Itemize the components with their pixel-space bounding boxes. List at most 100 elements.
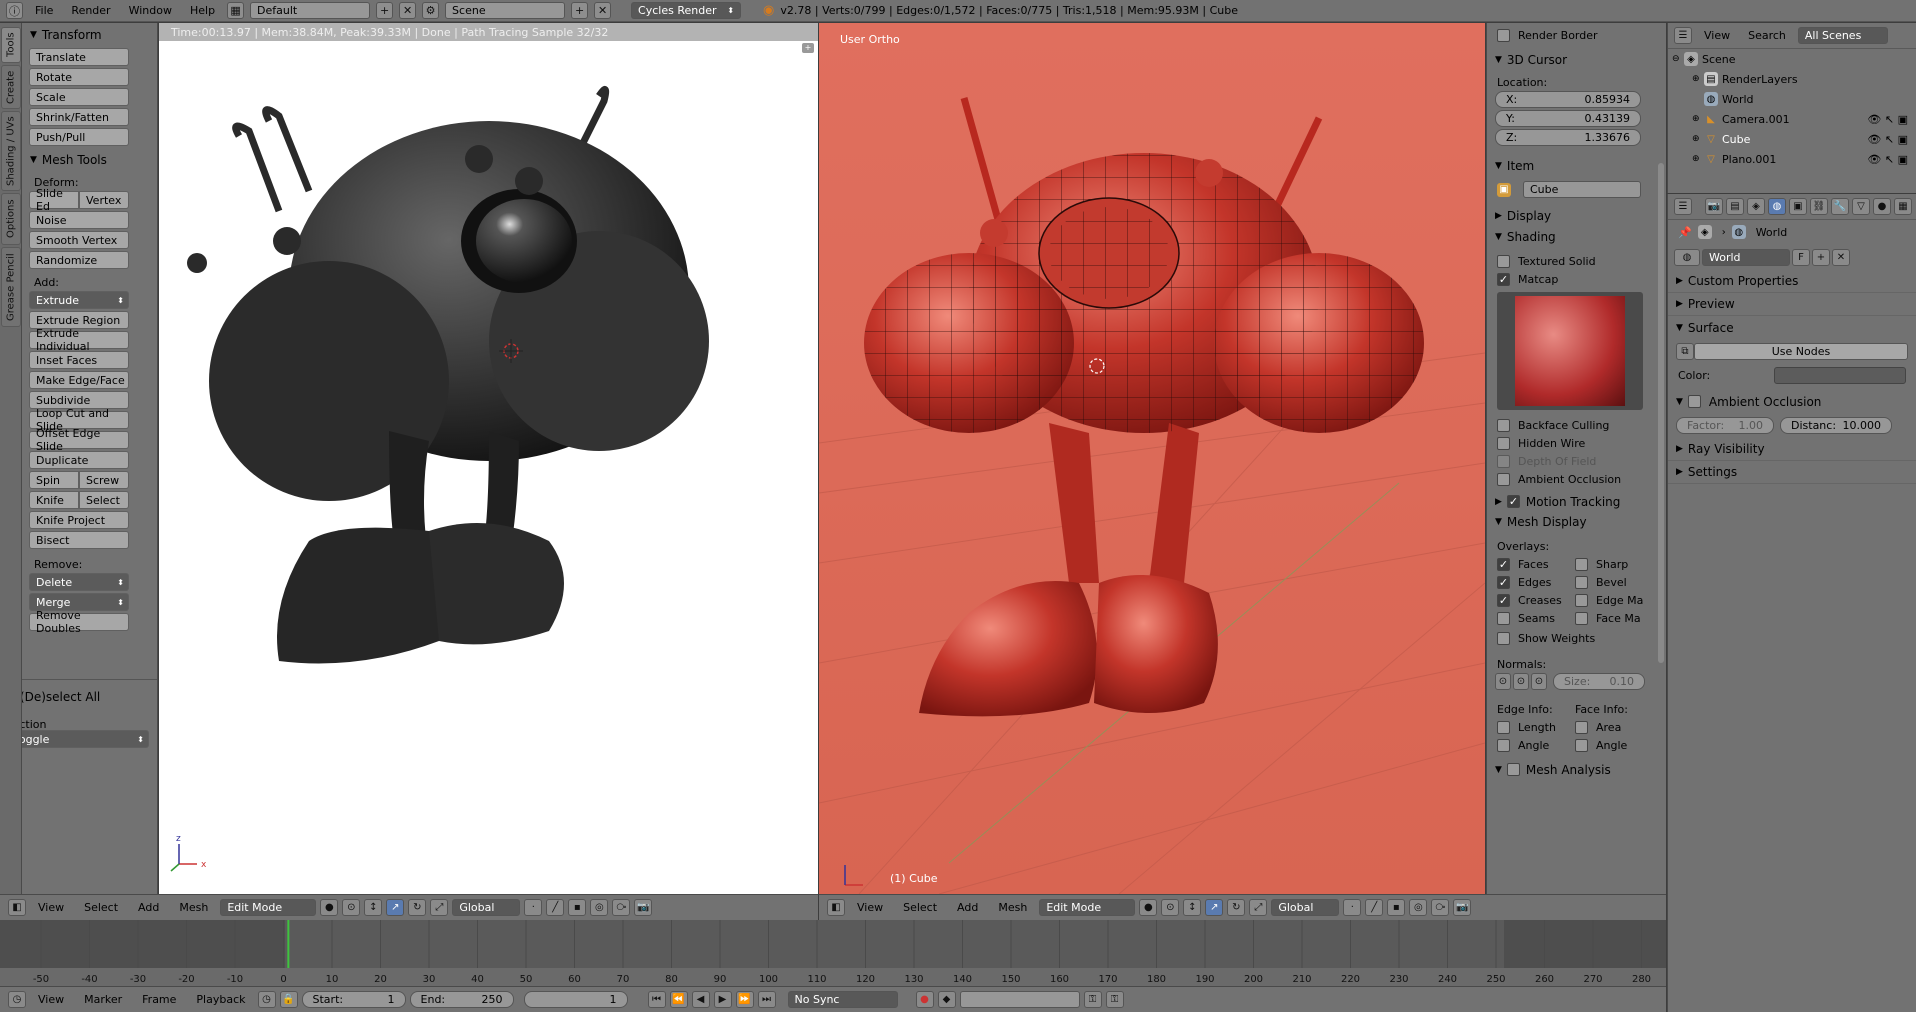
textured-solid-row[interactable]: Textured Solid bbox=[1487, 252, 1666, 270]
properties-editor-icon[interactable]: ☰ bbox=[1674, 198, 1692, 215]
inset-faces-button[interactable]: Inset Faces bbox=[29, 351, 129, 369]
make-edge-face-button[interactable]: Make Edge/Face bbox=[29, 371, 129, 389]
current-frame-field[interactable]: 1 bbox=[523, 991, 628, 1008]
deselect-all-panel-header[interactable]: ▼(De)select All bbox=[22, 687, 157, 706]
motion-tracking-panel-header[interactable]: ▶ ✓ Motion Tracking bbox=[1487, 492, 1666, 511]
rendered-viewport[interactable]: Time:00:13.97 | Mem:38.84M, Peak:39.33M … bbox=[159, 23, 818, 894]
visibility-icons[interactable]: 👁 ↖ ▣ bbox=[1867, 113, 1908, 126]
hidden-wire-row[interactable]: Hidden Wire bbox=[1487, 434, 1666, 452]
3d-cursor-panel-header[interactable]: ▼ 3D Cursor bbox=[1487, 50, 1666, 69]
timeline-menu-playback[interactable]: Playback bbox=[188, 993, 253, 1006]
proportional-edit-icon[interactable]: ◎ bbox=[1409, 899, 1428, 916]
ray-visibility-panel[interactable]: ▶ Ray Visibility bbox=[1668, 438, 1916, 461]
end-frame-field[interactable]: End: 250 bbox=[409, 991, 514, 1008]
ambient-occlusion-row[interactable]: Ambient Occlusion bbox=[1487, 470, 1666, 488]
noise-button[interactable]: Noise bbox=[29, 211, 129, 229]
screen-layout-field[interactable]: Default bbox=[250, 2, 371, 19]
pivot-point-icon[interactable]: ⊙ bbox=[342, 899, 361, 916]
rotate-button[interactable]: Rotate bbox=[29, 68, 129, 86]
editor-type-icon[interactable]: ◧ bbox=[827, 899, 845, 916]
face-select-icon[interactable]: ▪ bbox=[1387, 899, 1406, 916]
bisect-button[interactable]: Bisect bbox=[29, 531, 129, 549]
extrude-individual-button[interactable]: Extrude Individual bbox=[29, 327, 129, 353]
knife-project-button[interactable]: Knife Project bbox=[29, 511, 129, 529]
visibility-icons[interactable]: 👁 ↖ ▣ bbox=[1867, 153, 1908, 166]
info-editor-icon[interactable]: ⓘ bbox=[6, 2, 23, 19]
vertex-button[interactable]: Vertex bbox=[79, 191, 129, 209]
pivot-point-icon[interactable]: ⊙ bbox=[1161, 899, 1180, 916]
creases-checkbox[interactable]: ✓ bbox=[1497, 593, 1510, 607]
shading-panel-header[interactable]: ▼ Shading bbox=[1487, 227, 1666, 246]
bevel-row[interactable]: Bevel bbox=[1565, 573, 1627, 591]
seams-checkbox[interactable] bbox=[1497, 611, 1510, 625]
display-mode-select[interactable]: All Scenes bbox=[1797, 27, 1888, 44]
screw-button[interactable]: Screw bbox=[79, 471, 129, 489]
pin-icon[interactable]: 📌 bbox=[1678, 226, 1692, 239]
jump-keyframe-forward-icon[interactable]: ⏩ bbox=[735, 991, 754, 1008]
custom-properties-panel[interactable]: ▶ Custom Properties bbox=[1668, 270, 1916, 293]
sync-select[interactable]: No Sync bbox=[787, 991, 898, 1008]
render-border-checkbox[interactable] bbox=[1497, 28, 1510, 42]
delete-dropdown[interactable]: Delete ⬍ bbox=[29, 573, 129, 591]
backface-culling-checkbox[interactable] bbox=[1497, 418, 1510, 432]
timeline-menu-frame[interactable]: Frame bbox=[134, 993, 184, 1006]
split-normals-icon[interactable]: ⊙ bbox=[1513, 673, 1529, 690]
outliner-row-world[interactable]: ◍ World bbox=[1668, 89, 1916, 109]
remove-layout-icon[interactable]: ✕ bbox=[399, 2, 417, 19]
edges-row[interactable]: ✓ Edges bbox=[1487, 573, 1565, 591]
edge-angle-checkbox[interactable] bbox=[1497, 738, 1510, 752]
render-tab-icon[interactable]: 📷 bbox=[1705, 198, 1723, 215]
extrude-dropdown[interactable]: Extrude ⬍ bbox=[29, 291, 129, 309]
orientation-select[interactable]: Global bbox=[452, 899, 521, 916]
orientation-select[interactable]: Global bbox=[1271, 899, 1340, 916]
rotate-manipulator-icon[interactable]: ↻ bbox=[408, 899, 427, 916]
length-row[interactable]: Length bbox=[1487, 718, 1565, 736]
transform-panel-header[interactable]: ▼ Transform bbox=[22, 25, 157, 44]
editor-type-icon[interactable]: ◧ bbox=[8, 899, 26, 916]
new-world-icon[interactable]: + bbox=[1812, 248, 1830, 266]
data-tab-icon[interactable]: ▽ bbox=[1852, 198, 1870, 215]
knife-select-button[interactable]: Select bbox=[79, 491, 129, 509]
backface-culling-row[interactable]: Backface Culling bbox=[1487, 416, 1666, 434]
area-checkbox[interactable] bbox=[1575, 720, 1588, 734]
outliner-row-scene[interactable]: ⊖ ◈ Scene bbox=[1668, 49, 1916, 69]
face-select-icon[interactable]: ▪ bbox=[568, 899, 587, 916]
menu-window[interactable]: Window bbox=[123, 4, 178, 17]
ao-factor-field[interactable]: Factor: 1.00 bbox=[1676, 417, 1774, 434]
snap-icon[interactable]: ⧂ bbox=[612, 899, 631, 916]
smooth-vertex-button[interactable]: Smooth Vertex bbox=[29, 231, 129, 249]
tab-grease-pencil[interactable]: Grease Pencil bbox=[1, 247, 21, 327]
ambient-occlusion-checkbox[interactable] bbox=[1497, 472, 1510, 486]
mesh-analysis-panel-header[interactable]: ▼ Mesh Analysis bbox=[1487, 760, 1666, 779]
mode-select[interactable]: Edit Mode bbox=[1039, 899, 1136, 916]
show-weights-checkbox[interactable] bbox=[1497, 631, 1510, 645]
depth-of-field-checkbox[interactable] bbox=[1497, 454, 1510, 468]
item-name-field[interactable]: Cube bbox=[1523, 181, 1641, 198]
offset-edge-slide-button[interactable]: Offset Edge Slide bbox=[29, 427, 129, 453]
timeline-ruler-strip[interactable] bbox=[0, 968, 1666, 986]
render-layers-tab-icon[interactable]: ▤ bbox=[1726, 198, 1744, 215]
timeline-menu-view[interactable]: View bbox=[30, 993, 72, 1006]
push-pull-button[interactable]: Push/Pull bbox=[29, 128, 129, 146]
mesh-display-panel-header[interactable]: ▼ Mesh Display bbox=[1487, 512, 1666, 531]
manipulator-icon[interactable]: ↕ bbox=[364, 899, 383, 916]
play-reverse-icon[interactable]: ◀ bbox=[691, 991, 710, 1008]
edges-checkbox[interactable]: ✓ bbox=[1497, 575, 1510, 589]
record-icon[interactable]: ● bbox=[915, 991, 934, 1008]
scene-tab-icon[interactable]: ◈ bbox=[1747, 198, 1765, 215]
vertex-select-icon[interactable]: · bbox=[1343, 899, 1362, 916]
translate-manipulator-icon[interactable]: ↗ bbox=[386, 899, 405, 916]
scale-button[interactable]: Scale bbox=[29, 88, 129, 106]
mesh-analysis-checkbox[interactable] bbox=[1506, 763, 1520, 776]
tab-create[interactable]: Create bbox=[1, 65, 21, 109]
render-preview-icon[interactable]: 📷 bbox=[1453, 899, 1472, 916]
header-menu-add[interactable]: Add bbox=[130, 901, 167, 914]
slide-edge-button[interactable]: Slide Ed bbox=[29, 187, 79, 213]
jump-end-icon[interactable]: ⏭ bbox=[757, 991, 776, 1008]
motion-tracking-checkbox[interactable]: ✓ bbox=[1506, 495, 1520, 508]
viewport-shading-icon[interactable]: ● bbox=[1139, 899, 1158, 916]
rotate-manipulator-icon[interactable]: ↻ bbox=[1227, 899, 1246, 916]
header-menu-view[interactable]: View bbox=[849, 901, 891, 914]
lock-icon[interactable]: 🔒 bbox=[279, 991, 298, 1008]
remove-scene-icon[interactable]: ✕ bbox=[594, 2, 612, 19]
